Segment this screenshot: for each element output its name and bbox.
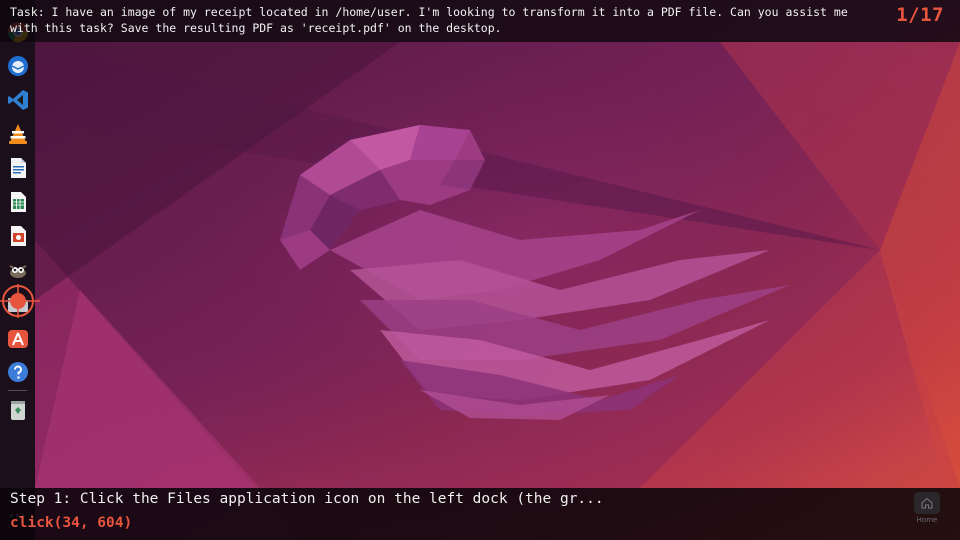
thunderbird-icon [7, 55, 28, 76]
dock-item-help[interactable] [4, 358, 31, 385]
dock-item-thunderbird[interactable] [4, 52, 31, 79]
libreoffice-writer-icon [10, 157, 26, 178]
libreoffice-calc-icon [10, 191, 26, 212]
step-bar: Step 1: Click the Files application icon… [0, 488, 960, 540]
dock-item-writer[interactable] [4, 154, 31, 181]
libreoffice-impress-icon [10, 225, 26, 246]
help-icon [7, 361, 28, 382]
dock-item-app-center[interactable] [4, 324, 31, 351]
home-desktop-icon[interactable]: Home [910, 490, 944, 530]
dock-item-calc[interactable] [4, 188, 31, 215]
home-label: Home [916, 516, 938, 524]
step-action: click(34, 604) [10, 515, 133, 531]
trash-icon [10, 400, 25, 420]
home-icon [921, 497, 933, 509]
dock-item-vlc[interactable] [4, 120, 31, 147]
task-banner: Task: I have an image of my receipt loca… [0, 0, 960, 42]
app-center-icon [7, 329, 28, 348]
task-description: Task: I have an image of my receipt loca… [10, 5, 848, 35]
step-description: Step 1: Click the Files application icon… [10, 491, 604, 507]
dock-item-impress[interactable] [4, 222, 31, 249]
step-counter: 1/17 [896, 4, 944, 26]
dock [0, 0, 35, 540]
dock-item-gimp[interactable] [4, 256, 31, 283]
vscode-icon [7, 89, 28, 110]
dock-item-vscode[interactable] [4, 86, 31, 113]
dock-separator [8, 390, 27, 391]
desktop[interactable]: Task: I have an image of my receipt loca… [0, 0, 960, 540]
gimp-icon [9, 264, 26, 278]
vlc-icon [8, 123, 27, 144]
dock-item-trash[interactable] [4, 396, 31, 423]
wallpaper [0, 0, 960, 540]
click-target-marker [0, 284, 40, 318]
